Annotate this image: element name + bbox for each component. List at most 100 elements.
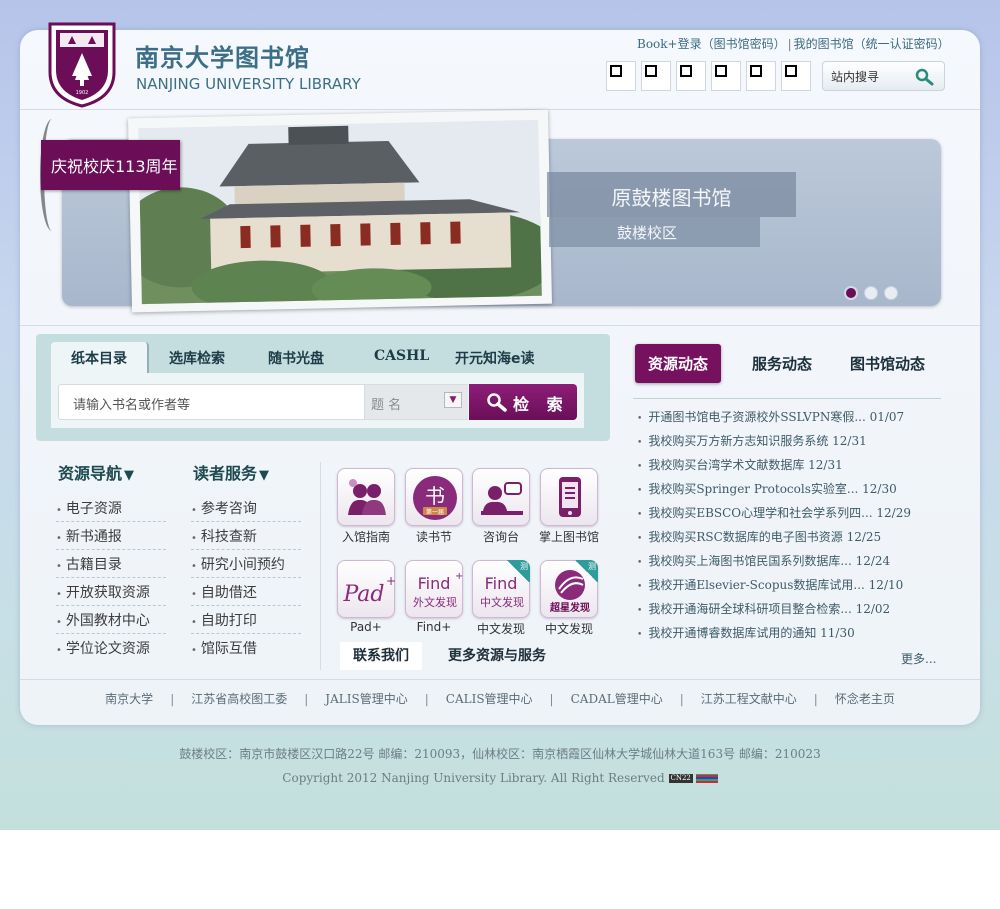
carousel-dot-3[interactable] — [884, 286, 898, 300]
resource-nav-list: • 电子资源 • 新书通报 • 古籍目录 • 开放获取资源 • 外国教材中心 • 学位论文资… — [56, 494, 166, 662]
news-item[interactable]: • 我校开通博睿数据库试用的通知 11/30 — [637, 624, 911, 648]
book-plus-login-link[interactable]: Book+登录（图书馆密码） — [637, 37, 786, 51]
news-item[interactable]: • 我校购买台湾学术文献数据库 12/31 — [637, 456, 911, 480]
list-item[interactable]: • 馆际互借 — [191, 634, 301, 662]
tab-cd-rom[interactable]: 随书光盘 — [268, 348, 324, 368]
beta-badge: 测 — [506, 560, 530, 582]
news-item[interactable]: • 我校购买EBSCO心理学和社会学系列四... 12/29 — [637, 504, 911, 528]
list-item[interactable]: • 学位论文资源 — [56, 634, 166, 662]
reading-festival-icon[interactable]: 书 第一届 — [405, 468, 463, 526]
pad-icon[interactable]: Pad + — [337, 560, 396, 618]
qr-code-3[interactable] — [676, 61, 706, 91]
banner-title: 原鼓楼图书馆 — [547, 172, 796, 217]
contact-us-button[interactable]: 联系我们 — [340, 642, 422, 670]
resource-nav-heading[interactable]: 资源导航 ▼ — [58, 460, 134, 484]
footer-link-cadal[interactable]: CADAL管理中心 — [571, 692, 663, 706]
chevron-down-icon[interactable]: ▼ — [444, 392, 462, 408]
list-item[interactable]: • 自助借还 — [191, 578, 301, 606]
footer-link-engineering-docs[interactable]: 江苏工程文献中心 — [701, 692, 797, 706]
qr-code-2[interactable] — [641, 61, 671, 91]
service-superstar-discovery[interactable]: 超星发现 测 中文发现 — [536, 560, 602, 637]
news-item[interactable]: • 我校购买万方新方志知识服务系统 12/31 — [637, 432, 911, 456]
list-item[interactable]: • 新书通报 — [56, 522, 166, 550]
qr-code-6[interactable] — [781, 61, 811, 91]
news-item[interactable]: • 我校购买上海图书馆民国系列数据库... 12/24 — [637, 552, 911, 576]
list-item[interactable]: • 科技查新 — [191, 522, 301, 550]
building-illustration — [138, 119, 542, 305]
copyright-text: Copyright 2012 Nanjing University Librar… — [282, 771, 665, 785]
list-item[interactable]: • 研究小间预约 — [191, 550, 301, 578]
service-reading-festival[interactable]: 书 第一届 读书节 — [401, 468, 467, 545]
reader-services-title: 读者服务 — [193, 464, 258, 483]
list-item[interactable]: • 自助打印 — [191, 606, 301, 634]
news-item[interactable]: • 我校开通Elsevier-Scopus数据库试用... 12/10 — [637, 576, 911, 600]
svg-text:第一届: 第一届 — [426, 508, 444, 516]
qr-code-4[interactable] — [711, 61, 741, 91]
top-links: Book+登录（图书馆密码） | 我的图书馆（统一认证密码） — [637, 35, 950, 52]
svg-text:超星发现: 超星发现 — [549, 601, 590, 614]
qr-code-1[interactable] — [606, 61, 636, 91]
tab-resource-news[interactable]: 资源动态 — [635, 344, 721, 383]
link-separator: | — [549, 692, 554, 706]
svg-text:中文发现: 中文发现 — [480, 595, 524, 609]
stats-badge-icon[interactable] — [695, 774, 718, 783]
link-separator: | — [679, 692, 684, 706]
site-search-box[interactable]: 站内搜寻 — [822, 61, 945, 91]
cn22-badge[interactable]: CN22 — [668, 774, 693, 783]
carousel-dot-2[interactable] — [864, 286, 878, 300]
news-list: • 开通图书馆电子资源校外SSLVPN寒假... 01/07 • 我校购买万方新方志… — [637, 408, 911, 648]
catalog-search-input[interactable]: 请输入书名或作者等 — [58, 384, 365, 420]
footer-link-jiangsu-committee[interactable]: 江苏省高校图工委 — [191, 692, 287, 706]
mobile-library-icon[interactable] — [540, 468, 598, 526]
find-plus-icon[interactable]: Find + 外文发现 — [405, 560, 463, 618]
university-seal-logo[interactable]: 1902 — [46, 20, 118, 108]
reader-services-heading[interactable]: 读者服务 ▼ — [193, 460, 269, 484]
more-resources-link[interactable]: 更多资源与服务 — [448, 645, 546, 665]
footer-link-nju[interactable]: 南京大学 — [105, 692, 153, 706]
service-chinese-discovery[interactable]: Find + 中文发现 测 中文发现 — [468, 560, 534, 637]
list-item[interactable]: • 外国教材中心 — [56, 606, 166, 634]
svg-text:+: + — [386, 574, 396, 588]
qr-code-5[interactable] — [746, 61, 776, 91]
footer-link-jalis[interactable]: JALIS管理中心 — [325, 692, 407, 706]
tab-service-news[interactable]: 服务动态 — [752, 353, 812, 374]
news-item[interactable]: • 我校购买Springer Protocols实验室... 12/30 — [637, 480, 911, 504]
tab-kaiyuan-ebook[interactable]: 开元知海e读 — [455, 348, 535, 368]
service-pad-plus[interactable]: Pad + Pad+ — [333, 560, 399, 634]
service-find-plus[interactable]: Find + 外文发现 Find+ — [401, 560, 467, 634]
search-icon[interactable] — [915, 68, 935, 86]
list-item[interactable]: • 古籍目录 — [56, 550, 166, 578]
superstar-discovery-icon[interactable]: 超星发现 测 — [540, 560, 598, 618]
my-library-link[interactable]: 我的图书馆（统一认证密码） — [794, 37, 950, 51]
banner-photo[interactable] — [138, 119, 542, 305]
column-divider — [320, 462, 321, 670]
news-item[interactable]: • 我校购买RSC数据库的电子图书资源 12/25 — [637, 528, 911, 552]
tab-course-reserve[interactable]: 选库检索 — [169, 348, 225, 368]
consultation-icon[interactable] — [472, 468, 530, 526]
service-label: Pad+ — [350, 620, 382, 634]
service-mobile-library[interactable]: 掌上图书馆 — [536, 468, 602, 545]
news-more-link[interactable]: 更多... — [901, 650, 936, 667]
tab-library-news[interactable]: 图书馆动态 — [850, 353, 925, 374]
footer-link-calis[interactable]: CALIS管理中心 — [446, 692, 533, 706]
footer-link-old-homepage[interactable]: 怀念老主页 — [835, 692, 895, 706]
list-item[interactable]: • 电子资源 — [56, 494, 166, 522]
news-item[interactable]: • 我校开通海研全球科研项目整合检索... 12/02 — [637, 600, 911, 624]
tab-paper-catalog[interactable]: 纸本目录 — [51, 342, 149, 374]
chinese-discovery-icon[interactable]: Find + 中文发现 测 — [472, 560, 530, 618]
list-item[interactable]: • 开放获取资源 — [56, 578, 166, 606]
footer-address: 鼓楼校区：南京市鼓楼区汉口路22号 邮编：210093，仙林校区：南京栖霞区仙林… — [179, 747, 821, 761]
carousel-dot-1[interactable] — [844, 286, 858, 300]
service-label: 读书节 — [415, 530, 452, 544]
service-consultation[interactable]: 咨询台 — [468, 468, 534, 545]
tab-cashl[interactable]: CASHL — [374, 348, 429, 364]
site-search-label: 站内搜寻 — [831, 70, 880, 84]
news-divider — [633, 398, 941, 399]
list-item[interactable]: • 参考咨询 — [191, 494, 301, 522]
news-item[interactable]: • 开通图书馆电子资源校外SSLVPN寒假... 01/07 — [637, 408, 911, 432]
beta-badge: 测 — [574, 560, 598, 582]
people-icon[interactable] — [337, 468, 395, 526]
service-entry-guide[interactable]: 入馆指南 — [333, 468, 399, 545]
svg-text:Find: Find — [418, 574, 451, 593]
triangle-down-icon: ▼ — [124, 468, 135, 483]
